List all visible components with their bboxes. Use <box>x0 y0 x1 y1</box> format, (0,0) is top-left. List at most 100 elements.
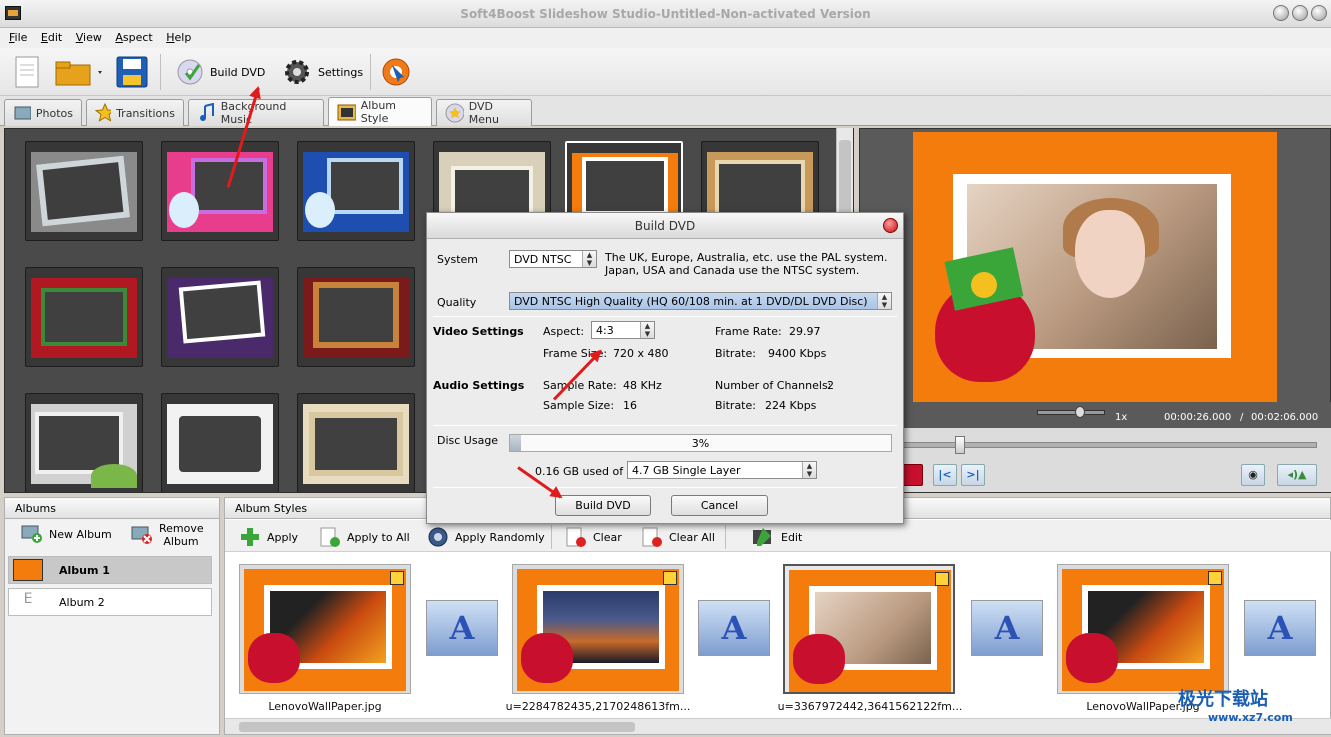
disc-type-select[interactable]: 4.7 GB Single Layer ▲ ▼ <box>627 461 817 479</box>
slide-3-filename: u=3367972442,3641562122fm... <box>777 700 963 713</box>
music-note-icon <box>200 103 214 121</box>
system-select[interactable]: DVD NTSC ▲ ▼ <box>509 250 597 268</box>
style-thumb-vintage-frame[interactable] <box>297 393 415 492</box>
next-button[interactable]: >| <box>961 464 985 486</box>
albums-header: Albums <box>4 497 220 519</box>
style-thumb-beach[interactable] <box>25 393 143 492</box>
style-thumb-pink-bear[interactable] <box>161 141 279 241</box>
tab-background-music[interactable]: Background Music <box>188 99 324 126</box>
menu-edit[interactable]: Edit <box>36 28 67 44</box>
maximize-button[interactable] <box>1292 5 1308 21</box>
main-toolbar: Build DVD Settings <box>0 48 1331 96</box>
dialog-close-button[interactable] <box>883 218 898 233</box>
style-thumb-christmas-wreath[interactable] <box>25 267 143 367</box>
disc-usage-percent: 3% <box>691 437 710 450</box>
empty-album-icon: E <box>23 591 33 607</box>
plus-icon <box>241 528 259 546</box>
minimize-button[interactable] <box>1273 5 1289 21</box>
slide-2-filename: u=2284782435,2170248613fm... <box>505 700 691 713</box>
menu-help[interactable]: Help <box>161 28 196 44</box>
help-button[interactable] <box>380 54 412 90</box>
menu-bar: File Edit View Aspect Help <box>0 28 1331 48</box>
build-dvd-confirm-button[interactable]: Build DVD <box>555 495 651 516</box>
disc-type-value: 4.7 GB Single Layer <box>632 464 741 477</box>
tab-transitions[interactable]: Transitions <box>86 99 184 126</box>
system-value: DVD NTSC <box>514 253 572 266</box>
system-note: The UK, Europe, Australia, etc. use the … <box>605 251 888 277</box>
volume-slider[interactable] <box>1037 410 1105 415</box>
new-album-button[interactable]: New Album <box>21 524 112 544</box>
seek-knob[interactable] <box>955 436 965 454</box>
slide-1-filename: LenovoWallPaper.jpg <box>268 700 382 713</box>
frame-rate-value: 29.97 <box>789 325 821 338</box>
apply-all-icon <box>320 527 340 547</box>
window-title: Soft4Boost Slideshow Studio-Untitled-Non… <box>460 7 871 21</box>
slide-3[interactable] <box>783 564 955 694</box>
clear-icon <box>566 527 586 547</box>
album-thumbnail <box>13 559 43 581</box>
style-thumb-purple-snow[interactable] <box>161 267 279 367</box>
channels-label: Number of Channels: <box>715 379 832 392</box>
dvd-menu-icon <box>445 103 464 123</box>
disc-usage-fill <box>510 435 522 451</box>
menu-aspect[interactable]: Aspect <box>110 28 157 44</box>
disc-usage-bar: 3% <box>509 434 892 452</box>
apply-label: Apply <box>267 530 299 544</box>
album-style-icon <box>337 104 356 121</box>
open-project-button[interactable] <box>54 54 104 90</box>
tab-dvd-menu-label: DVD Menu <box>468 100 499 126</box>
style-thumb-torn-paper[interactable] <box>161 393 279 492</box>
apply-randomly-button[interactable]: Apply Randomly <box>427 525 545 549</box>
volume-knob[interactable] <box>1075 406 1085 418</box>
remove-album-icon <box>131 526 152 544</box>
prev-button[interactable]: |< <box>933 464 957 486</box>
clear-all-button[interactable]: Clear All <box>641 525 715 549</box>
volume-button[interactable]: ◂)▲ <box>1277 464 1317 486</box>
apply-button[interactable]: Apply <box>239 525 298 549</box>
watermark-url: www.xz7.com <box>1208 711 1293 724</box>
player-controls: 1x 00:00:26.000 / 00:02:06.000 |< >| ◉ ◂… <box>859 402 1331 492</box>
tab-photos[interactable]: Photos <box>4 99 82 126</box>
new-project-button[interactable] <box>14 54 40 90</box>
slides-scrollbar[interactable] <box>225 718 1331 734</box>
slide-1[interactable] <box>239 564 411 694</box>
aspect-select[interactable]: 4:3 ▲ ▼ <box>591 321 655 339</box>
close-button[interactable] <box>1311 5 1327 21</box>
tab-bar: Photos Transitions Background Music Albu… <box>0 96 1331 126</box>
clear-button[interactable]: Clear <box>565 525 622 549</box>
new-document-icon <box>15 56 39 88</box>
cancel-button[interactable]: Cancel <box>671 495 768 516</box>
album-item-2[interactable]: E Album 2 <box>8 588 212 616</box>
remove-album-label: Remove Album <box>159 522 204 548</box>
slide-4[interactable] <box>1057 564 1229 694</box>
menu-view[interactable]: View <box>71 28 107 44</box>
transition-2[interactable]: A <box>698 600 770 656</box>
settings-button[interactable]: Settings <box>282 54 363 90</box>
snapshot-button[interactable]: ◉ <box>1241 464 1265 486</box>
menu-file[interactable]: File <box>4 28 32 44</box>
audio-bitrate-label: Bitrate: <box>715 399 756 412</box>
apply-to-all-button[interactable]: Apply to All <box>319 525 410 549</box>
open-folder-icon <box>55 61 102 86</box>
floppy-disk-icon <box>116 56 148 88</box>
video-bitrate-label: Bitrate: <box>715 347 756 360</box>
album-item-1[interactable]: Album 1 <box>8 556 212 584</box>
slide-2[interactable] <box>512 564 684 694</box>
tab-album-style[interactable]: Album Style <box>328 97 432 126</box>
transition-4[interactable]: A <box>1244 600 1316 656</box>
remove-album-button[interactable]: Remove Album <box>131 522 204 548</box>
style-thumb-blue-bear[interactable] <box>297 141 415 241</box>
clear-all-label: Clear All <box>669 530 715 544</box>
edit-button[interactable]: Edit <box>751 525 802 549</box>
transition-1[interactable]: A <box>426 600 498 656</box>
album-item-label: Album 1 <box>59 563 110 577</box>
tab-dvd-menu[interactable]: DVD Menu <box>436 99 532 126</box>
style-thumb-plain-frame[interactable] <box>25 141 143 241</box>
settings-label: Settings <box>318 65 364 79</box>
quality-select[interactable]: DVD NTSC High Quality (HQ 60/108 min. at… <box>509 292 892 310</box>
channels-value: 2 <box>827 379 834 392</box>
style-thumb-copper-frame[interactable] <box>297 267 415 367</box>
gear-icon <box>285 60 309 84</box>
transition-3[interactable]: A <box>971 600 1043 656</box>
save-project-button[interactable] <box>116 54 148 90</box>
